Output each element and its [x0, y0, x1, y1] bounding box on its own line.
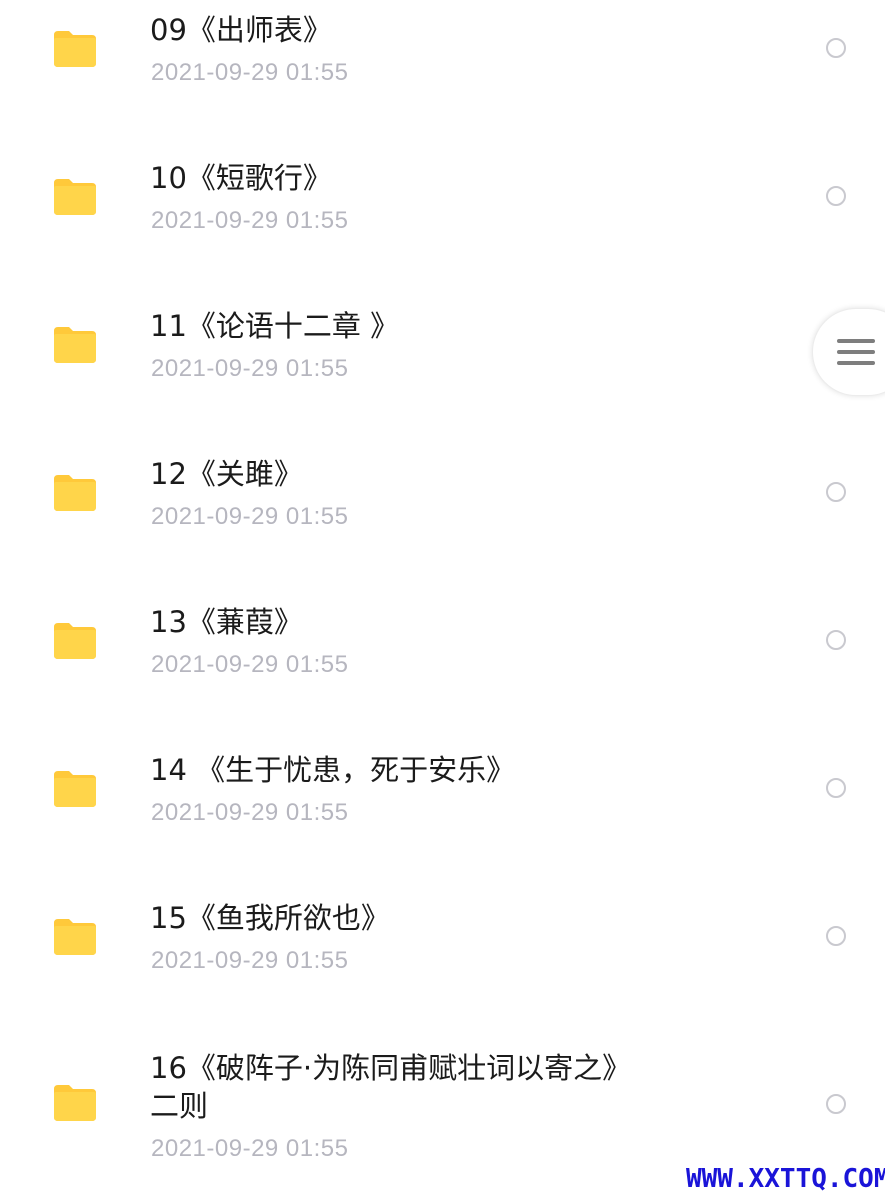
- file-name: 11《论语十二章 》: [150, 309, 400, 343]
- file-date: 2021-09-29 01:55: [151, 503, 349, 530]
- folder-icon: [52, 326, 98, 364]
- file-name: 10《短歌行》: [150, 161, 332, 195]
- radio-circle-icon[interactable]: [826, 186, 846, 206]
- file-date: 2021-09-29 01:55: [151, 59, 349, 86]
- file-date: 2021-09-29 01:55: [151, 1135, 349, 1162]
- file-name: 09《出师表》: [150, 13, 332, 47]
- radio-circle-icon[interactable]: [826, 630, 846, 650]
- file-date: 2021-09-29 01:55: [151, 207, 349, 234]
- list-item[interactable]: 10《短歌行》 2021-09-29 01:55: [0, 148, 885, 296]
- list-item[interactable]: 15《鱼我所欲也》 2021-09-29 01:55: [0, 888, 885, 1036]
- radio-circle-icon[interactable]: [826, 926, 846, 946]
- radio-circle-icon[interactable]: [826, 38, 846, 58]
- folder-icon: [52, 770, 98, 808]
- radio-circle-icon[interactable]: [826, 482, 846, 502]
- folder-icon: [52, 1084, 98, 1122]
- watermark-text: WWW.XXTTQ.COM: [686, 1164, 885, 1194]
- list-item[interactable]: 12《关雎》 2021-09-29 01:55: [0, 444, 885, 592]
- file-date: 2021-09-29 01:55: [151, 947, 349, 974]
- list-item[interactable]: 09《出师表》 2021-09-29 01:55: [0, 0, 885, 148]
- file-date: 2021-09-29 01:55: [151, 799, 349, 826]
- list-item[interactable]: 14 《生于忧患，死于安乐》 2021-09-29 01:55: [0, 740, 885, 888]
- radio-circle-icon[interactable]: [826, 778, 846, 798]
- file-name: 12《关雎》: [150, 457, 303, 491]
- file-date: 2021-09-29 01:55: [151, 355, 349, 382]
- file-list: 09《出师表》 2021-09-29 01:55 10《短歌行》 2021-09…: [0, 0, 885, 1200]
- list-item[interactable]: 11《论语十二章 》 2021-09-29 01:55: [0, 296, 885, 444]
- file-date: 2021-09-29 01:55: [151, 651, 349, 678]
- radio-circle-icon[interactable]: [826, 1094, 846, 1114]
- folder-icon: [52, 918, 98, 956]
- file-name: 14 《生于忧患，死于安乐》: [150, 753, 516, 787]
- file-name: 15《鱼我所欲也》: [150, 901, 390, 935]
- folder-icon: [52, 30, 98, 68]
- folder-icon: [52, 622, 98, 660]
- folder-icon: [52, 474, 98, 512]
- hamburger-menu-icon: [837, 339, 875, 365]
- list-item[interactable]: 13《蒹葭》 2021-09-29 01:55: [0, 592, 885, 740]
- folder-icon: [52, 178, 98, 216]
- file-name: 16《破阵子·为陈同甫赋壮词以寄之》 二则: [150, 1051, 632, 1123]
- file-name: 13《蒹葭》: [150, 605, 303, 639]
